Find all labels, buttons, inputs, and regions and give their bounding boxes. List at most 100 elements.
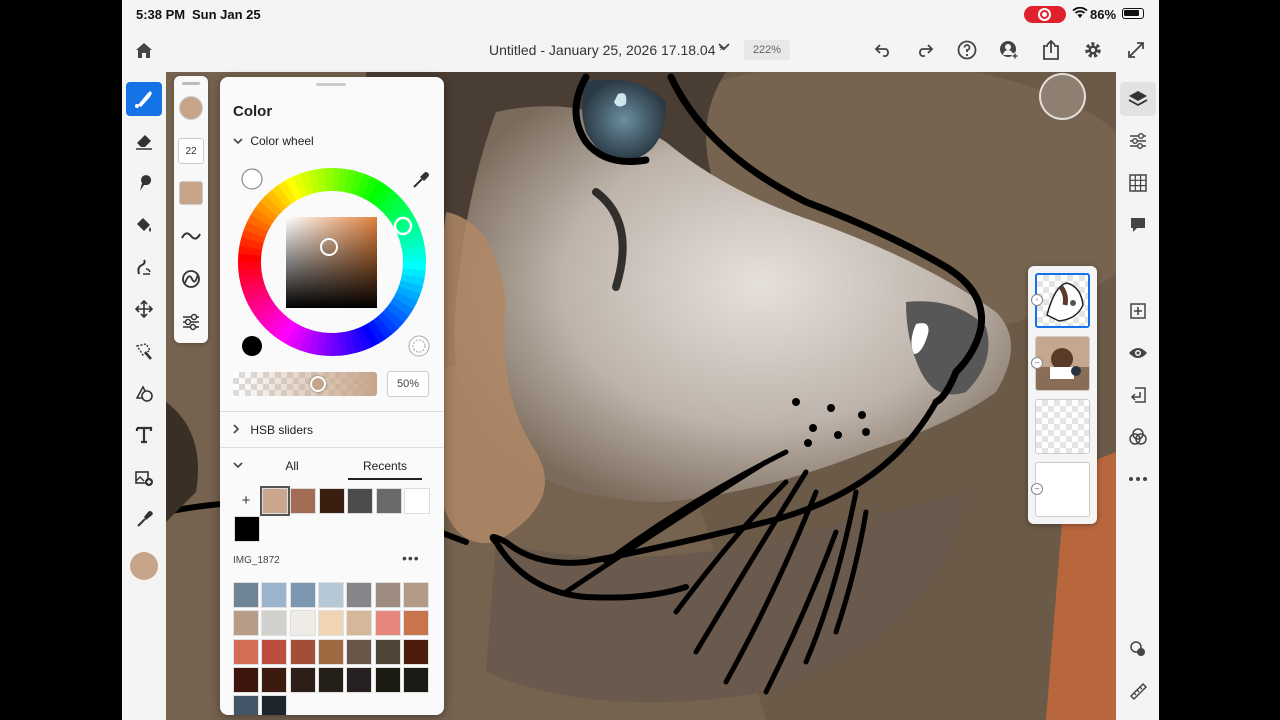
palette-swatch[interactable] [289, 582, 316, 608]
chevron-down-icon[interactable] [233, 460, 243, 472]
black-color-button[interactable] [242, 336, 262, 356]
layer-thumbnail-line-art[interactable] [1035, 273, 1090, 328]
palette-swatch[interactable] [374, 666, 401, 693]
fill-tool-icon[interactable] [126, 208, 162, 242]
palette-swatch[interactable] [261, 582, 288, 608]
merge-down-icon[interactable] [1120, 378, 1156, 412]
palette-swatch[interactable] [233, 695, 259, 715]
brush-color-swatch[interactable] [179, 96, 203, 120]
palette-swatch[interactable] [346, 638, 373, 665]
palette-swatch[interactable] [289, 638, 316, 665]
add-image-tool-icon[interactable] [126, 460, 162, 494]
recent-swatch[interactable] [375, 488, 402, 514]
palette-swatch[interactable] [233, 582, 259, 608]
brush-opacity-swatch[interactable] [179, 181, 203, 205]
redo-icon[interactable] [912, 37, 938, 63]
library-more-button[interactable]: ••• [402, 550, 420, 566]
recent-swatch[interactable] [290, 488, 317, 514]
color-loupe[interactable] [1039, 73, 1086, 120]
layers-icon[interactable] [1120, 82, 1156, 116]
palette-swatch[interactable] [402, 582, 429, 608]
smudge-tool-icon[interactable] [126, 166, 162, 200]
tab-recents[interactable]: Recents [348, 454, 422, 480]
palette-swatch[interactable] [233, 610, 259, 637]
white-color-button[interactable] [241, 168, 263, 190]
palette-swatch[interactable] [374, 582, 401, 608]
document-title[interactable]: Untitled - January 25, 2026 17.18.04 * [489, 42, 725, 58]
add-layer-icon[interactable] [1120, 294, 1156, 328]
layer-properties-icon[interactable] [1120, 124, 1156, 158]
layer-hidden-icon[interactable]: – [1031, 357, 1043, 369]
zoom-level[interactable]: 222% [744, 40, 790, 60]
palette-swatch[interactable] [402, 610, 429, 637]
liquify-tool-icon[interactable] [126, 250, 162, 284]
eyedropper-icon[interactable] [413, 172, 429, 188]
recent-swatch[interactable] [260, 486, 290, 516]
palette-swatch[interactable] [261, 695, 288, 715]
shapes-tool-icon[interactable] [126, 376, 162, 410]
palette-swatch[interactable] [317, 666, 344, 693]
palette-swatch[interactable] [289, 610, 316, 637]
layer-thumbnail-background[interactable] [1035, 462, 1090, 517]
text-tool-icon[interactable] [126, 418, 162, 452]
eraser-tool-icon[interactable] [126, 124, 162, 158]
help-icon[interactable] [954, 37, 980, 63]
strip-drag-handle[interactable] [182, 82, 200, 85]
fullscreen-icon[interactable] [1123, 37, 1149, 63]
transform-tool-icon[interactable] [126, 292, 162, 326]
more-options-icon[interactable] [1120, 462, 1156, 496]
palette-swatch[interactable] [346, 582, 373, 608]
color-wheel-section-toggle[interactable]: Color wheel [233, 134, 314, 148]
opacity-slider[interactable] [233, 372, 377, 396]
recent-swatch[interactable] [404, 488, 430, 514]
tab-all[interactable]: All [264, 454, 320, 480]
palette-swatch[interactable] [402, 638, 429, 665]
layer-lock-icon[interactable]: ◦ [1031, 294, 1043, 306]
opacity-slider-knob[interactable] [310, 376, 326, 392]
palette-swatch[interactable] [402, 666, 429, 693]
layer-hidden-icon[interactable]: – [1031, 483, 1043, 495]
layer-thumbnail-photo[interactable] [1035, 336, 1090, 391]
current-color-swatch[interactable] [130, 552, 158, 580]
palette-swatch[interactable] [374, 638, 401, 665]
panel-drag-handle[interactable] [316, 83, 346, 86]
visibility-eye-icon[interactable] [1120, 336, 1156, 370]
layer-thumbnail-empty[interactable] [1035, 399, 1090, 454]
color-wheel[interactable] [232, 165, 432, 365]
eyedropper-tool-icon[interactable] [126, 502, 162, 536]
brush-adjust-icon[interactable] [178, 309, 204, 335]
gear-icon[interactable] [1080, 37, 1106, 63]
brush-settings-icon[interactable] [178, 266, 204, 292]
palette-swatch[interactable] [317, 638, 344, 665]
brush-size-value[interactable]: 22 [178, 138, 204, 164]
palette-swatch[interactable] [261, 638, 288, 665]
palette-swatch[interactable] [317, 582, 344, 608]
palette-swatch[interactable] [346, 666, 373, 693]
hsb-sliders-section-toggle[interactable]: HSB sliders [233, 423, 313, 437]
recent-swatch[interactable] [347, 488, 374, 514]
selection-tool-icon[interactable] [126, 334, 162, 368]
recent-swatch[interactable] [318, 488, 345, 514]
palette-swatch[interactable] [261, 610, 288, 637]
palette-swatch[interactable] [346, 610, 373, 637]
comments-icon[interactable] [1120, 208, 1156, 242]
share-icon[interactable] [1038, 37, 1064, 63]
recent-swatch[interactable] [234, 516, 260, 542]
touch-shortcut-icon[interactable] [1120, 632, 1156, 666]
palette-swatch[interactable] [317, 610, 344, 637]
palette-swatch[interactable] [233, 638, 259, 665]
grid-icon[interactable] [1120, 166, 1156, 200]
add-swatch-button[interactable]: + [234, 489, 258, 513]
palette-swatch[interactable] [233, 666, 259, 693]
brush-smoothing-icon[interactable] [178, 223, 204, 249]
screen-record-icon[interactable] [1024, 6, 1066, 23]
add-user-icon[interactable] [996, 37, 1022, 63]
undo-icon[interactable] [870, 37, 896, 63]
palette-swatch[interactable] [289, 666, 316, 693]
ruler-icon[interactable] [1120, 674, 1156, 708]
swap-colors-icon[interactable] [408, 335, 430, 357]
palette-swatch[interactable] [374, 610, 401, 637]
blend-mode-icon[interactable] [1120, 420, 1156, 454]
home-icon[interactable] [131, 37, 157, 63]
palette-swatch[interactable] [261, 666, 288, 693]
